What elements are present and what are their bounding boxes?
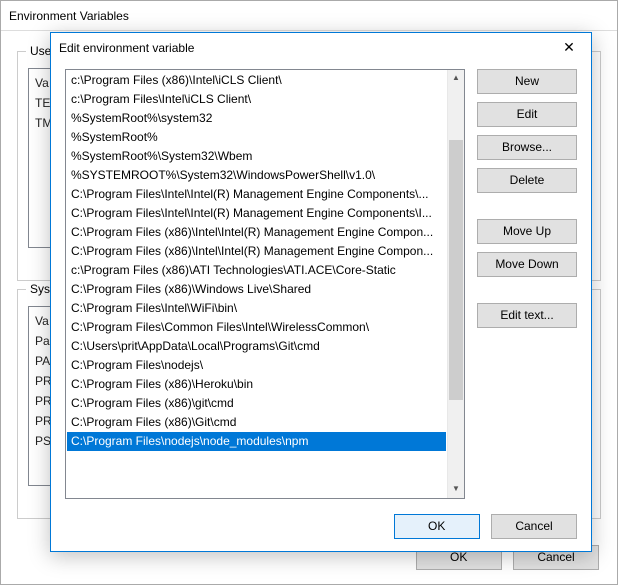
path-item[interactable]: c:\Program Files (x86)\Intel\iCLS Client… — [67, 71, 446, 90]
modal-titlebar: Edit environment variable ✕ — [51, 33, 591, 63]
path-item[interactable]: C:\Program Files (x86)\Windows Live\Shar… — [67, 280, 446, 299]
path-item[interactable]: C:\Program Files (x86)\Intel\Intel(R) Ma… — [67, 242, 446, 261]
path-item[interactable]: %SYSTEMROOT%\System32\WindowsPowerShell\… — [67, 166, 446, 185]
path-item[interactable]: c:\Program Files (x86)\ATI Technologies\… — [67, 261, 446, 280]
path-item[interactable]: C:\Program Files\Intel\Intel(R) Manageme… — [67, 185, 446, 204]
modal-title: Edit environment variable — [59, 41, 194, 55]
path-item[interactable]: c:\Program Files\Intel\iCLS Client\ — [67, 90, 446, 109]
path-item[interactable]: C:\Program Files\Intel\WiFi\bin\ — [67, 299, 446, 318]
delete-button[interactable]: Delete — [477, 168, 577, 193]
path-item[interactable]: C:\Users\prit\AppData\Local\Programs\Git… — [67, 337, 446, 356]
modal-button-row: OK Cancel — [386, 514, 577, 539]
path-item[interactable]: C:\Program Files (x86)\Git\cmd — [67, 413, 446, 432]
edit-text-button[interactable]: Edit text... — [477, 303, 577, 328]
path-item[interactable]: C:\Program Files\nodejs\ — [67, 356, 446, 375]
path-item[interactable]: %SystemRoot%\System32\Wbem — [67, 147, 446, 166]
modal-body: Wikitechy c:\Program Files (x86)\Intel\i… — [51, 63, 591, 551]
edit-button[interactable]: Edit — [477, 102, 577, 127]
path-item[interactable]: C:\Program Files (x86)\Heroku\bin — [67, 375, 446, 394]
move-down-button[interactable]: Move Down — [477, 252, 577, 277]
path-item[interactable]: %SystemRoot% — [67, 128, 446, 147]
browse-button[interactable]: Browse... — [477, 135, 577, 160]
new-button[interactable]: New — [477, 69, 577, 94]
cancel-button[interactable]: Cancel — [491, 514, 577, 539]
scroll-down-icon[interactable]: ▼ — [448, 481, 464, 498]
side-buttons: New Edit Browse... Delete Move Up Move D… — [477, 69, 577, 336]
path-item[interactable]: %SystemRoot%\system32 — [67, 109, 446, 128]
close-icon[interactable]: ✕ — [547, 33, 591, 63]
scrollbar[interactable]: ▲ ▼ — [447, 70, 464, 498]
edit-env-var-dialog: Edit environment variable ✕ Wikitechy c:… — [50, 32, 592, 552]
path-item[interactable]: C:\Program Files\Intel\Intel(R) Manageme… — [67, 204, 446, 223]
parent-dialog-title: Environment Variables — [1, 1, 617, 31]
path-list[interactable]: c:\Program Files (x86)\Intel\iCLS Client… — [65, 69, 465, 499]
path-item[interactable]: C:\Program Files\Common Files\Intel\Wire… — [67, 318, 446, 337]
scroll-up-icon[interactable]: ▲ — [448, 70, 464, 87]
ok-button[interactable]: OK — [394, 514, 480, 539]
scroll-thumb[interactable] — [449, 140, 463, 400]
path-item[interactable]: C:\Program Files\nodejs\node_modules\npm — [67, 432, 446, 451]
path-item[interactable]: C:\Program Files (x86)\git\cmd — [67, 394, 446, 413]
move-up-button[interactable]: Move Up — [477, 219, 577, 244]
path-item[interactable]: C:\Program Files (x86)\Intel\Intel(R) Ma… — [67, 223, 446, 242]
